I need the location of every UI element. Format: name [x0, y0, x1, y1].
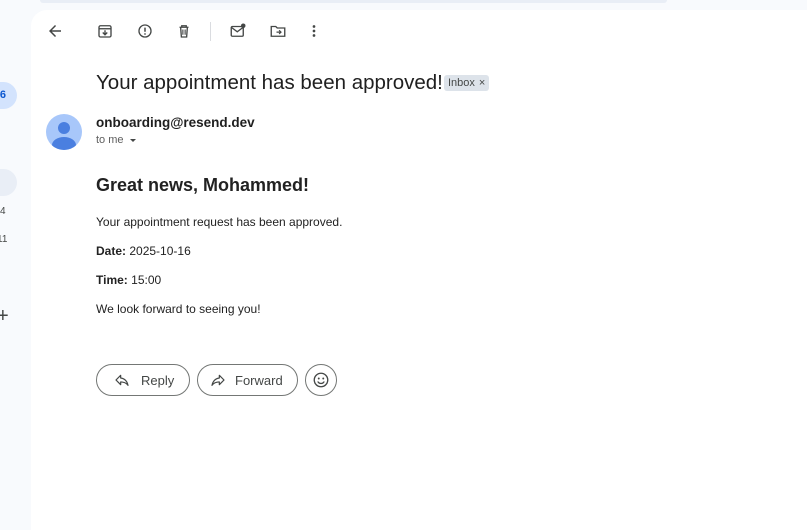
- date-line: Date: 2025-10-16: [96, 244, 191, 258]
- toolbar-divider: [210, 22, 211, 41]
- recipient-details[interactable]: to me: [96, 134, 138, 146]
- more-options-icon[interactable]: [304, 21, 324, 41]
- sender-avatar[interactable]: [46, 114, 82, 150]
- rail-count: 11: [0, 234, 8, 245]
- recipient-text: to me: [96, 134, 124, 146]
- rail-item[interactable]: [0, 169, 17, 196]
- time-value: 15:00: [131, 273, 162, 287]
- left-rail: 6 4 11 +: [0, 0, 31, 523]
- remove-label-icon[interactable]: ×: [479, 75, 485, 91]
- email-closing: We look forward to seeing you!: [96, 302, 261, 316]
- rail-count: 4: [0, 206, 6, 217]
- move-to-icon[interactable]: [268, 21, 288, 41]
- forward-icon: [211, 374, 225, 386]
- forward-label: Forward: [235, 372, 283, 388]
- label-text: Inbox: [448, 77, 475, 89]
- date-value: 2025-10-16: [129, 244, 191, 258]
- time-label: Time:: [96, 273, 128, 287]
- emoji-reaction-button[interactable]: [305, 364, 337, 396]
- reply-button[interactable]: Reply: [96, 364, 190, 396]
- chevron-down-icon[interactable]: [128, 135, 138, 145]
- forward-button[interactable]: Forward: [197, 364, 298, 396]
- report-spam-icon[interactable]: [135, 21, 155, 41]
- sender-address[interactable]: onboarding@resend.dev: [96, 115, 255, 130]
- search-bar-edge: [40, 0, 667, 3]
- email-greeting: Great news, Mohammed!: [96, 175, 310, 195]
- email-subject: Your appointment has been approved!: [96, 71, 443, 94]
- add-label-icon[interactable]: +: [0, 306, 9, 326]
- inbox-label-chip[interactable]: Inbox ×: [444, 75, 490, 91]
- mark-unread-icon[interactable]: [228, 21, 248, 41]
- archive-icon[interactable]: [95, 21, 115, 41]
- date-label: Date:: [96, 244, 127, 258]
- email-intro: Your appointment request has been approv…: [96, 215, 343, 229]
- reply-icon: [115, 374, 129, 386]
- time-line: Time: 15:00: [96, 273, 161, 287]
- back-arrow-icon[interactable]: [45, 21, 65, 41]
- reply-label: Reply: [141, 372, 175, 388]
- delete-icon[interactable]: [174, 21, 194, 41]
- unread-count-badge[interactable]: 6: [0, 82, 17, 109]
- smiley-icon: [313, 372, 329, 388]
